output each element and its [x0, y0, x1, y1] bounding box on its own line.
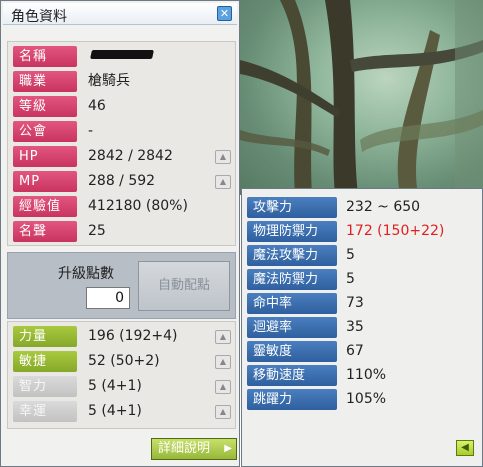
info-row-guild: 公會 - — [13, 121, 231, 142]
guild-value: - — [88, 123, 94, 139]
magic-atk-label: 魔法攻擊力 — [247, 245, 337, 266]
redacted-name — [90, 50, 154, 59]
stat-row-str: 力量 196 (192+4) ▲ — [13, 326, 231, 347]
mp-value: 288 / 592 — [88, 173, 156, 189]
avoid-label: 迴避率 — [247, 317, 337, 338]
hands-label: 靈敏度 — [247, 341, 337, 362]
arrow-left-icon[interactable]: ◀ — [456, 440, 474, 456]
info-row-mp: MP 288 / 592 ▲ — [13, 171, 231, 192]
magic-atk-value: 5 — [346, 247, 355, 263]
detail-row-attack: 攻擊力 232 ~ 650 — [247, 197, 479, 218]
level-value: 46 — [88, 98, 106, 114]
info-panel: 名稱 職業 槍騎兵 等級 46 公會 - HP 2842 / 2842 ▲ MP… — [7, 41, 236, 246]
info-row-hp: HP 2842 / 2842 ▲ — [13, 146, 231, 167]
arrow-right-icon: ▶ — [224, 443, 232, 454]
job-value: 槍騎兵 — [88, 73, 130, 89]
job-label: 職業 — [13, 71, 77, 92]
info-row-level: 等級 46 — [13, 96, 231, 117]
jump-value: 105% — [346, 391, 387, 407]
attack-label: 攻擊力 — [247, 197, 337, 218]
stats-panel: 力量 196 (192+4) ▲ 敏捷 52 (50+2) ▲ 智力 5 (4+… — [7, 321, 236, 429]
luk-value: 5 (4+1) — [88, 403, 142, 419]
ability-points-label: 升級點數 — [58, 266, 114, 282]
ability-points-value: 0 — [86, 287, 130, 309]
window-titlebar[interactable]: 角色資料 ✕ — [3, 3, 237, 25]
dex-label: 敏捷 — [13, 351, 77, 372]
stat-row-int: 智力 5 (4+1) ▲ — [13, 376, 231, 397]
stat-row-dex: 敏捷 52 (50+2) ▲ — [13, 351, 231, 372]
auto-assign-button[interactable]: 自動配點 — [138, 261, 230, 311]
weapon-def-label: 物理防禦力 — [247, 221, 337, 242]
info-row-job: 職業 槍騎兵 — [13, 71, 231, 92]
detail-stats-window: 攻擊力 232 ~ 650 物理防禦力 172 (150+22) 魔法攻擊力 5… — [241, 188, 483, 467]
mp-label: MP — [13, 171, 77, 192]
attack-value: 232 ~ 650 — [346, 199, 421, 215]
info-row-exp: 經驗值 412180 (80%) — [13, 196, 231, 217]
dex-value: 52 (50+2) — [88, 353, 160, 369]
mp-up-button[interactable]: ▲ — [215, 175, 231, 189]
fame-value: 25 — [88, 223, 106, 239]
hp-label: HP — [13, 146, 77, 167]
detail-row-magic-def: 魔法防禦力 5 — [247, 269, 479, 290]
avoid-value: 35 — [346, 319, 364, 335]
exp-value: 412180 (80%) — [88, 198, 188, 214]
detail-row-accuracy: 命中率 73 — [247, 293, 479, 314]
exp-label: 經驗值 — [13, 196, 77, 217]
magic-def-label: 魔法防禦力 — [247, 269, 337, 290]
window-title: 角色資料 — [11, 9, 67, 25]
level-label: 等級 — [13, 96, 77, 117]
detail-row-magic-atk: 魔法攻擊力 5 — [247, 245, 479, 266]
close-icon[interactable]: ✕ — [217, 6, 232, 21]
name-label: 名稱 — [13, 46, 77, 67]
dex-up-button[interactable]: ▲ — [215, 355, 231, 369]
info-row-name: 名稱 — [13, 46, 231, 67]
str-value: 196 (192+4) — [88, 328, 178, 344]
jump-label: 跳躍力 — [247, 389, 337, 410]
int-up-button[interactable]: ▲ — [215, 380, 231, 394]
magic-def-value: 5 — [346, 271, 355, 287]
ability-points-panel: 升級點數 0 自動配點 — [7, 252, 236, 319]
int-label: 智力 — [13, 376, 77, 397]
guild-label: 公會 — [13, 121, 77, 142]
speed-value: 110% — [346, 367, 387, 383]
forest-background — [240, 0, 483, 195]
detail-row-hands: 靈敏度 67 — [247, 341, 479, 362]
detail-button[interactable]: 詳細說明 ▶ — [151, 438, 237, 460]
int-value: 5 (4+1) — [88, 378, 142, 394]
detail-button-label: 詳細說明 — [158, 441, 211, 456]
hp-up-button[interactable]: ▲ — [215, 150, 231, 164]
accuracy-value: 73 — [346, 295, 364, 311]
luk-label: 幸運 — [13, 401, 77, 422]
fame-label: 名聲 — [13, 221, 77, 242]
stat-row-luk: 幸運 5 (4+1) ▲ — [13, 401, 231, 422]
weapon-def-value: 172 (150+22) — [346, 223, 445, 239]
detail-row-weapon-def: 物理防禦力 172 (150+22) — [247, 221, 479, 242]
detail-row-speed: 移動速度 110% — [247, 365, 479, 386]
str-up-button[interactable]: ▲ — [215, 330, 231, 344]
character-info-window: 角色資料 ✕ 名稱 職業 槍騎兵 等級 46 公會 - HP 2842 / 28… — [0, 0, 240, 467]
info-row-fame: 名聲 25 — [13, 221, 231, 242]
hands-value: 67 — [346, 343, 364, 359]
accuracy-label: 命中率 — [247, 293, 337, 314]
str-label: 力量 — [13, 326, 77, 347]
speed-label: 移動速度 — [247, 365, 337, 386]
detail-row-avoid: 迴避率 35 — [247, 317, 479, 338]
detail-row-jump: 跳躍力 105% — [247, 389, 479, 410]
hp-value: 2842 / 2842 — [88, 148, 173, 164]
luk-up-button[interactable]: ▲ — [215, 405, 231, 419]
